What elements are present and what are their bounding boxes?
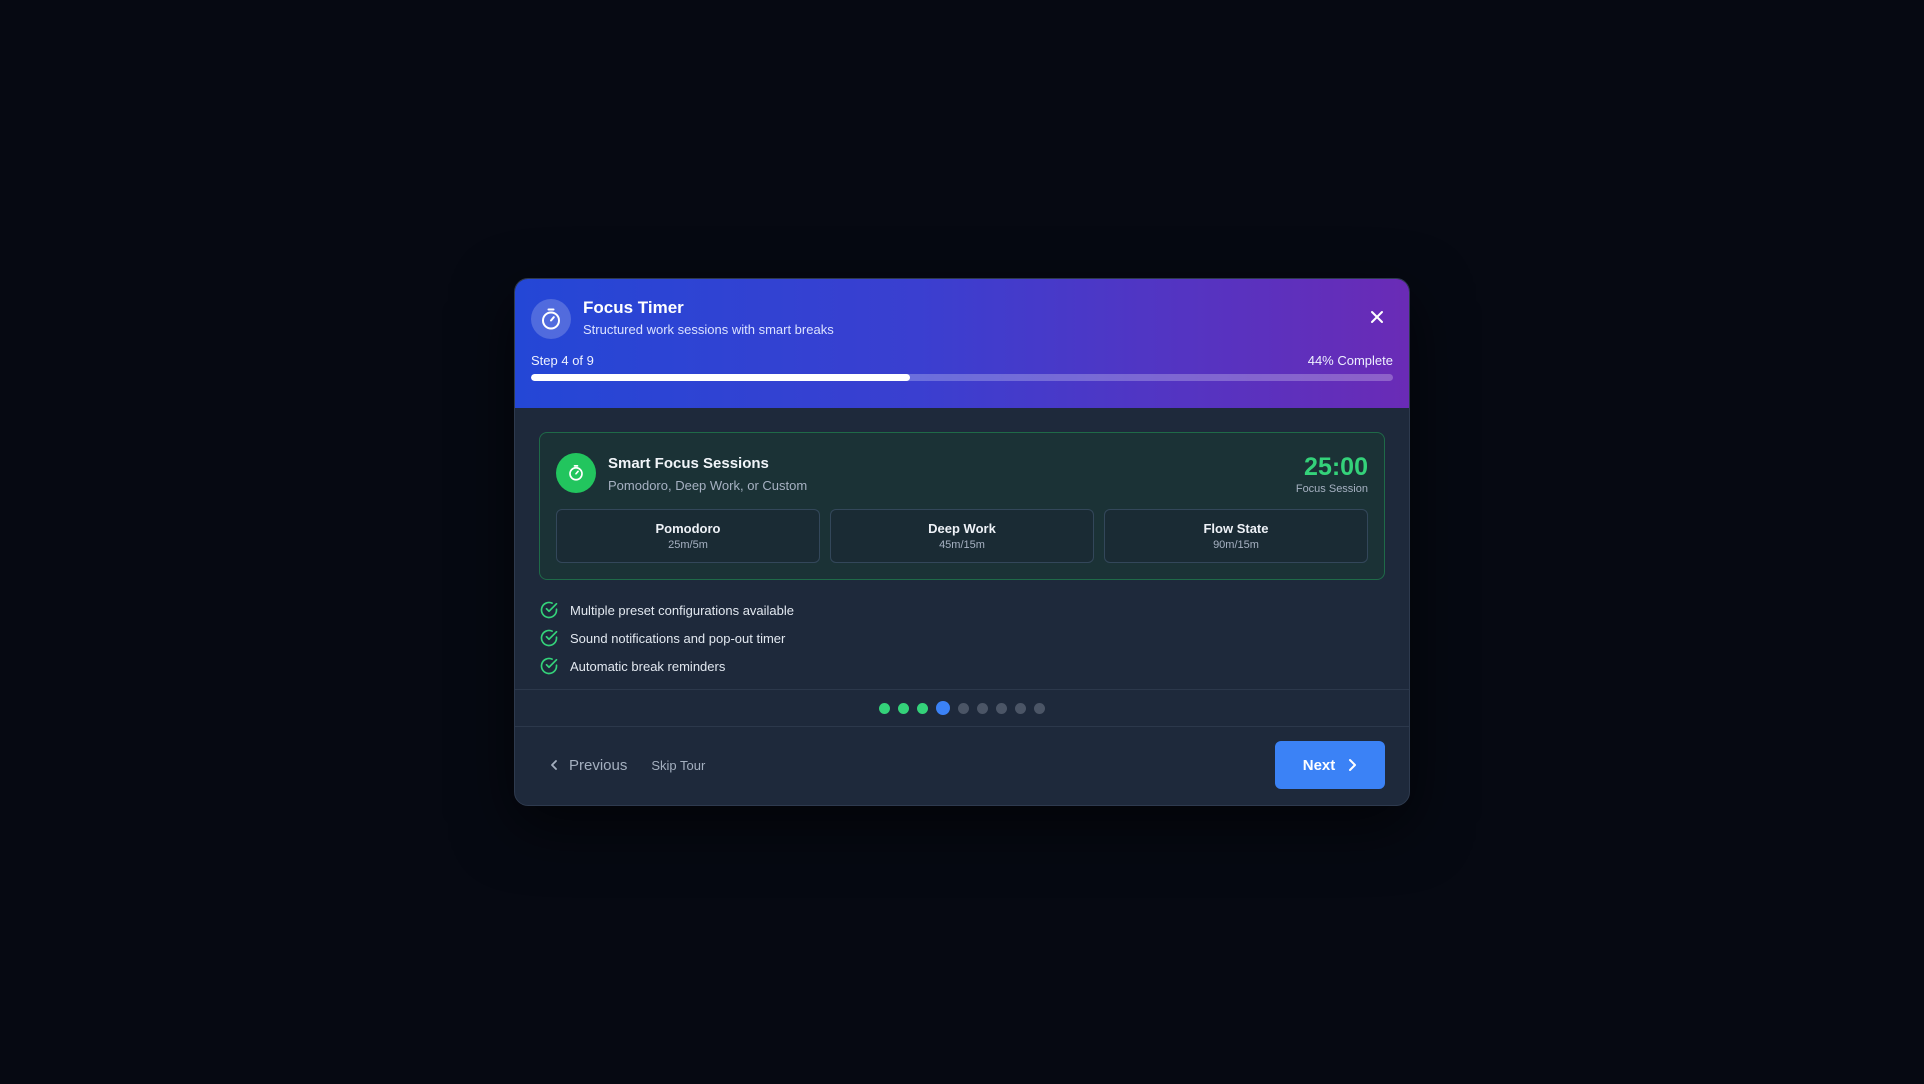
step-dot-2[interactable] — [898, 702, 909, 714]
modal-subtitle: Structured work sessions with smart brea… — [583, 322, 834, 337]
timer-icon — [556, 453, 596, 493]
preset-detail: 45m/15m — [939, 539, 985, 551]
next-label: Next — [1302, 756, 1336, 774]
feature-text: Sound notifications and pop-out timer — [570, 630, 786, 646]
check-circle-icon — [540, 601, 558, 619]
step-dot-1[interactable] — [879, 702, 890, 714]
modal-footer: Previous Skip Tour Next — [515, 725, 1409, 805]
feature-list: Multiple preset configurations available… — [539, 596, 1385, 680]
preset-pomodoro[interactable]: Pomodoro 25m/5m — [556, 509, 820, 563]
progress-percent: 44% Complete — [1307, 353, 1393, 368]
list-item: Multiple preset configurations available — [539, 596, 1385, 624]
progress-bar — [531, 374, 1393, 381]
previous-label: Previous — [569, 756, 628, 774]
step-dot-5[interactable] — [958, 702, 969, 714]
step-dot-4[interactable] — [936, 701, 950, 715]
timer-value: 25:00 — [1304, 453, 1368, 481]
card-subtitle: Pomodoro, Deep Work, or Custom — [608, 478, 808, 493]
step-dot-8[interactable] — [1015, 702, 1026, 714]
feature-text: Multiple preset configurations available — [570, 602, 795, 618]
chevron-left-icon — [551, 760, 557, 770]
preset-detail: 90m/15m — [1213, 539, 1259, 551]
preset-detail: 25m/5m — [668, 539, 708, 551]
timer-label: Focus Session — [1295, 483, 1368, 495]
feature-card: Smart Focus Sessions Pomodoro, Deep Work… — [539, 432, 1385, 580]
close-icon[interactable] — [1363, 303, 1391, 331]
check-circle-icon — [540, 629, 558, 647]
check-circle-icon — [540, 657, 558, 675]
step-dot-6[interactable] — [977, 702, 988, 714]
step-indicator — [515, 689, 1409, 727]
preset-list: Pomodoro 25m/5m Deep Work 45m/15m Flow S… — [556, 509, 1368, 563]
feature-text: Automatic break reminders — [570, 658, 726, 674]
step-dot-9[interactable] — [1034, 702, 1045, 714]
list-item: Automatic break reminders — [539, 652, 1385, 680]
step-dot-7[interactable] — [996, 702, 1007, 714]
progress-fill — [531, 374, 911, 381]
modal-body: Smart Focus Sessions Pomodoro, Deep Work… — [515, 408, 1409, 680]
step-dot-3[interactable] — [917, 702, 928, 714]
preset-name: Deep Work — [928, 521, 996, 536]
preset-flow-state[interactable]: Flow State 90m/15m — [1104, 509, 1368, 563]
next-button[interactable]: Next — [1275, 741, 1385, 789]
previous-button[interactable]: Previous — [549, 757, 627, 774]
preset-name: Pomodoro — [655, 521, 721, 536]
chevron-right-icon — [1349, 759, 1357, 771]
modal-title: Focus Timer — [583, 298, 684, 317]
modal-header: Focus Timer Structured work sessions wit… — [515, 279, 1409, 408]
skip-tour-button[interactable]: Skip Tour — [651, 758, 705, 773]
preset-name: Flow State — [1203, 521, 1269, 536]
list-item: Sound notifications and pop-out timer — [539, 624, 1385, 652]
card-title: Smart Focus Sessions — [608, 455, 769, 472]
onboarding-modal: Focus Timer Structured work sessions wit… — [514, 278, 1410, 806]
timer-display: 25:00 Focus Session — [1296, 453, 1368, 495]
preset-deep-work[interactable]: Deep Work 45m/15m — [830, 509, 1094, 563]
step-counter: Step 4 of 9 — [531, 353, 594, 368]
stopwatch-icon — [531, 299, 571, 339]
